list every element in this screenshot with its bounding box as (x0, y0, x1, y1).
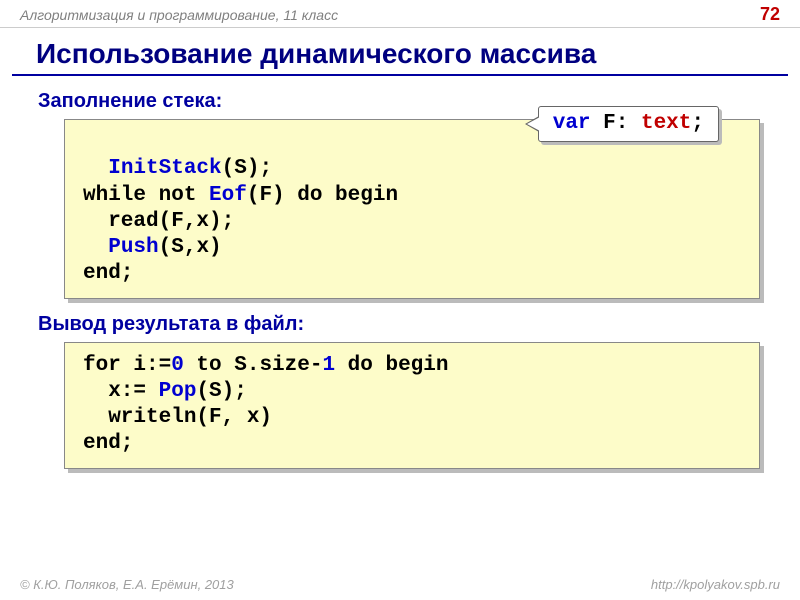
code-text: x:= (83, 380, 159, 403)
lit-zero: 0 (171, 354, 184, 377)
slide-title: Использование динамического массива (12, 28, 788, 76)
footer: © К.Ю. Поляков, Е.А. Ерёмин, 2013 http:/… (0, 577, 800, 592)
code-text: end; (83, 432, 133, 455)
code-text: to S.size- (184, 354, 323, 377)
fn-initstack: InitStack (108, 157, 221, 180)
callout-decl: var F: text; (538, 106, 719, 142)
page-number: 72 (760, 4, 780, 25)
fn-push: Push (108, 236, 158, 259)
callout-ident: F (591, 112, 616, 135)
code-text: while not (83, 184, 209, 207)
code-text: writeln(F, x) (83, 406, 272, 429)
code-text: (S,x) (159, 236, 222, 259)
code-block-1: var F: text;InitStack(S); while not Eof(… (64, 119, 760, 299)
footer-url: http://kpolyakov.spb.ru (651, 577, 780, 592)
code-text: read(F,x); (83, 210, 234, 233)
callout-type: text (641, 112, 691, 135)
course-label: Алгоритмизация и программирование, 11 кл… (20, 7, 338, 23)
fn-eof: Eof (209, 184, 247, 207)
callout-semi: ; (691, 112, 704, 135)
kw-var: var (553, 112, 591, 135)
code-block-2: for i:=0 to S.size-1 do begin x:= Pop(S)… (64, 342, 760, 469)
code-text: do begin (335, 354, 448, 377)
lit-one: 1 (322, 354, 335, 377)
code-text: (F) do begin (247, 184, 398, 207)
code-text: (S); (196, 380, 246, 403)
footer-authors: © К.Ю. Поляков, Е.А. Ерёмин, 2013 (20, 577, 234, 592)
code-text: (S); (222, 157, 272, 180)
section2-label: Вывод результата в файл: (0, 309, 800, 342)
header: Алгоритмизация и программирование, 11 кл… (0, 0, 800, 28)
code-text (83, 236, 108, 259)
code-text: end; (83, 262, 133, 285)
fn-pop: Pop (159, 380, 197, 403)
code-text: for i:= (83, 354, 171, 377)
callout-colon: : (616, 112, 641, 135)
